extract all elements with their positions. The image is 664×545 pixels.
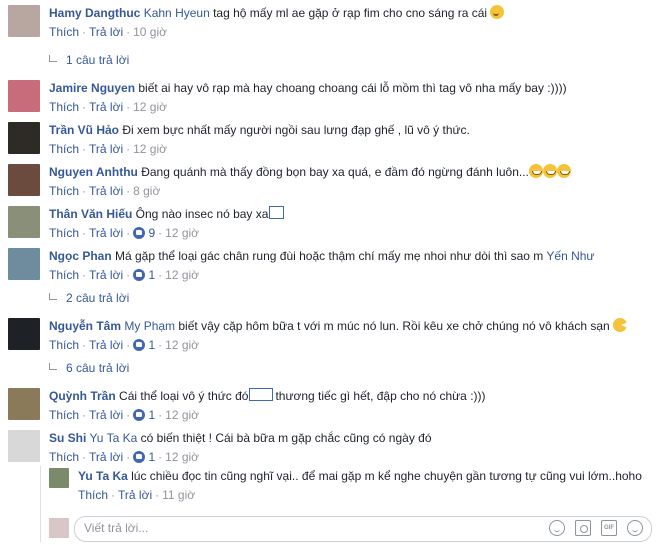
- comment-text: Cái thể loại vô ý thức đó: [115, 389, 249, 403]
- avatar[interactable]: [8, 164, 40, 196]
- smile-emoji-icon: [490, 5, 505, 19]
- emoji-picker-icon[interactable]: [549, 520, 565, 536]
- reply-arrow-icon: [48, 363, 58, 373]
- like-link[interactable]: Thích: [49, 142, 79, 156]
- timestamp[interactable]: 12 giờ: [133, 100, 167, 114]
- comment-author[interactable]: Nguyễn Tâm: [49, 319, 121, 333]
- like-link[interactable]: Thích: [49, 100, 79, 114]
- comment-text: Má gặp thể loại gác chân rung đùi hoặc t…: [111, 249, 547, 263]
- reply-link[interactable]: Trả lời: [89, 184, 123, 198]
- avatar[interactable]: [8, 80, 40, 112]
- reply-link[interactable]: Trả lời: [89, 408, 123, 422]
- tagged-user[interactable]: Kahn Hyeun: [144, 6, 210, 20]
- like-count-icon: [133, 227, 146, 239]
- comment-author[interactable]: Nguyen Anhthu: [49, 165, 138, 179]
- grin-emoji-icon: [556, 164, 571, 178]
- pacman-emoji-icon: [613, 318, 629, 332]
- reply-link[interactable]: Trả lời: [89, 268, 123, 282]
- reply-link[interactable]: Trả lời: [118, 488, 152, 502]
- timestamp[interactable]: 12 giờ: [165, 338, 199, 352]
- timestamp[interactable]: 12 giờ: [165, 408, 199, 422]
- reply-arrow-icon: [48, 293, 58, 303]
- like-count-icon: [133, 409, 146, 421]
- timestamp[interactable]: 12 giờ: [133, 142, 167, 156]
- comment-text: Ông nào insec nó bay xa: [132, 207, 269, 221]
- comment-author[interactable]: Su Shi: [49, 431, 86, 445]
- comment-author[interactable]: Hamy Dangthuc: [49, 6, 140, 20]
- timestamp[interactable]: 12 giờ: [165, 268, 199, 282]
- comment-text: Đi xem bực nhất mấy người ngồi sau lưng …: [119, 123, 470, 137]
- grin-emoji-icon: [528, 164, 543, 178]
- comment-author[interactable]: Trần Vũ Hảo: [49, 123, 119, 137]
- comment-author[interactable]: Ngọc Phan: [49, 249, 112, 263]
- like-count-icon: [133, 451, 146, 463]
- avatar[interactable]: [8, 248, 40, 280]
- gif-icon[interactable]: GIF: [601, 520, 617, 536]
- like-count-icon: [133, 269, 146, 281]
- comment-text: Đang quánh mà thấy đồng bọn bay xa quá, …: [137, 165, 529, 179]
- grin-emoji-icon: [542, 164, 557, 178]
- reply-arrow-icon: [48, 55, 58, 65]
- avatar[interactable]: [8, 388, 40, 420]
- missing-glyph-icon: [269, 206, 285, 219]
- timestamp[interactable]: 12 giờ: [165, 226, 199, 240]
- reply-input[interactable]: Viết trả lời... GIF: [74, 516, 652, 542]
- reply-placeholder: Viết trả lời...: [84, 521, 149, 535]
- like-count-icon: [133, 339, 146, 351]
- like-link[interactable]: Thích: [49, 226, 79, 240]
- reply-author[interactable]: Yu Ta Ka: [78, 469, 128, 483]
- avatar[interactable]: [8, 5, 40, 37]
- avatar[interactable]: [8, 122, 40, 154]
- timestamp[interactable]: 12 giờ: [165, 450, 199, 464]
- like-link[interactable]: Thích: [49, 338, 79, 352]
- comment-text-cont: thương tiếc gì hết, đập cho nó chừa :))): [275, 389, 486, 403]
- like-link[interactable]: Thích: [49, 408, 79, 422]
- reply-link[interactable]: Trả lời: [89, 100, 123, 114]
- reply-text: lúc chiều đọc tin cũng nghĩ vại.. để mai…: [127, 469, 642, 483]
- my-avatar: [49, 518, 69, 538]
- timestamp[interactable]: 8 giờ: [133, 184, 160, 198]
- comment-text: tag hộ mấy ml ae gặp ở rạp fim cho cno s…: [209, 6, 491, 20]
- like-link[interactable]: Thích: [49, 268, 79, 282]
- reply-link[interactable]: Trả lời: [89, 450, 123, 464]
- view-replies-link[interactable]: 2 câu trả lời: [48, 290, 129, 306]
- avatar[interactable]: [8, 430, 40, 462]
- avatar[interactable]: [49, 468, 69, 488]
- sticker-icon[interactable]: [627, 520, 643, 536]
- comment-author[interactable]: Thân Văn Hiếu: [49, 207, 132, 221]
- tagged-user[interactable]: Yu Ta Ka: [89, 431, 137, 445]
- like-link[interactable]: Thích: [49, 25, 79, 39]
- avatar[interactable]: [8, 318, 40, 350]
- comment-text: biết ai hay vô rạp mà hay choang choang …: [135, 81, 567, 95]
- reply-link[interactable]: Trả lời: [89, 338, 123, 352]
- tagged-user[interactable]: Yến Như: [546, 249, 594, 263]
- comment-text: biết vậy cặp hôm bữa t với m múc nó lun.…: [175, 319, 614, 333]
- camera-icon[interactable]: [575, 520, 591, 536]
- missing-glyph-icon: [249, 388, 274, 401]
- like-link[interactable]: Thích: [49, 184, 79, 198]
- like-link[interactable]: Thích: [78, 488, 108, 502]
- reply-link[interactable]: Trả lời: [89, 142, 123, 156]
- reply-link[interactable]: Trả lời: [89, 25, 123, 39]
- comment-thread: Hamy Dangthuc Kahn Hyeun tag hộ mấy ml a…: [0, 0, 664, 545]
- comment-text: có biến thiệt ! Cái bà bữa m gặp chắc cũ…: [137, 431, 432, 445]
- reply-link[interactable]: Trả lời: [89, 226, 123, 240]
- view-replies-link[interactable]: 1 câu trả lời: [48, 52, 129, 68]
- like-link[interactable]: Thích: [49, 450, 79, 464]
- avatar[interactable]: [8, 206, 40, 238]
- comment-author[interactable]: Quỳnh Trần: [49, 389, 116, 403]
- timestamp[interactable]: 11 giờ: [162, 488, 195, 502]
- tagged-user[interactable]: My Phạm: [124, 319, 175, 333]
- view-replies-link[interactable]: 6 câu trả lời: [48, 360, 129, 376]
- comment-author[interactable]: Jamire Nguyen: [49, 81, 135, 95]
- timestamp[interactable]: 10 giờ: [133, 25, 167, 39]
- reply-thread-rail: [40, 466, 41, 542]
